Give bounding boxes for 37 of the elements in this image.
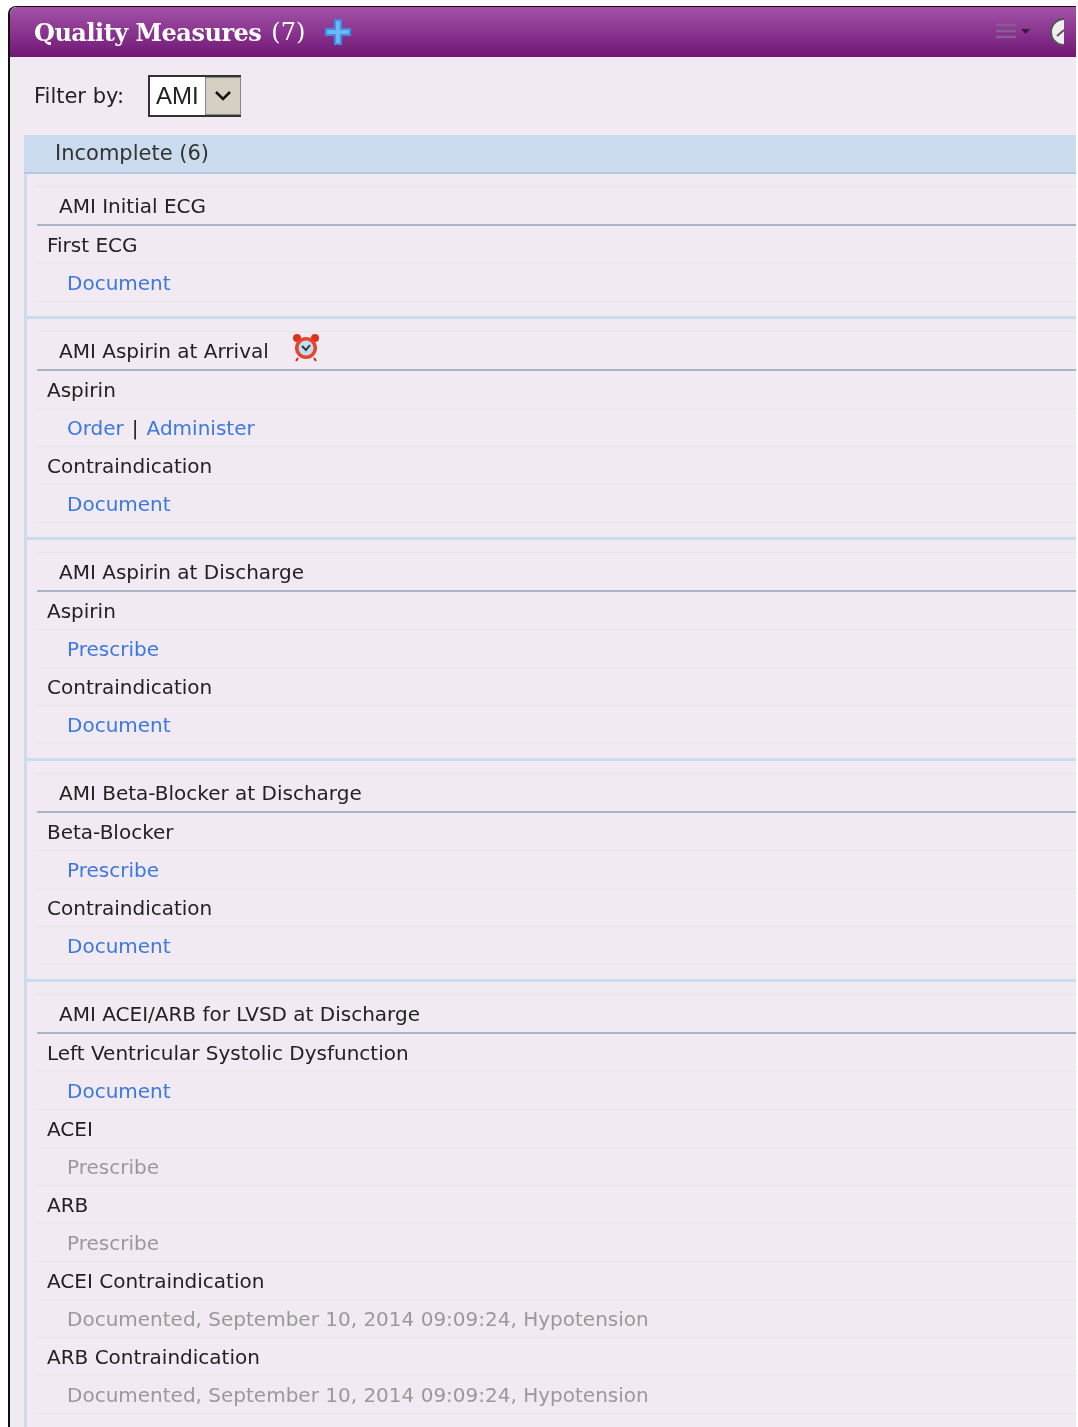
- action-link[interactable]: Document: [67, 933, 171, 958]
- action-link[interactable]: Order: [67, 415, 124, 440]
- requirement-label: ARB Contraindication: [47, 1344, 260, 1369]
- measure-count: (7): [271, 18, 306, 46]
- filter-label: Filter by:: [34, 84, 124, 108]
- requirement-label: Aspirin: [47, 598, 116, 623]
- requirement-label: ACEI: [47, 1116, 93, 1141]
- action-link[interactable]: Document: [67, 1078, 171, 1103]
- action-link[interactable]: Prescribe: [67, 636, 159, 661]
- requirement-label: Aspirin: [47, 377, 116, 402]
- action-link[interactable]: Document: [67, 270, 171, 295]
- action-link[interactable]: Document: [67, 712, 171, 737]
- requirement-label: ACEI Contraindication: [47, 1268, 265, 1293]
- requirement-label: Contraindication: [47, 674, 213, 699]
- group-header[interactable]: Incomplete (6): [24, 135, 1076, 174]
- add-icon[interactable]: [323, 17, 354, 47]
- measure-title: AMI Beta-Blocker at Discharge: [59, 780, 362, 805]
- status-note: Documented, September 10, 2014 09:09:24, Hypotension: [67, 1306, 649, 1331]
- measure-title: AMI ACEI/ARB for LVSD at Discharge: [59, 1001, 420, 1026]
- measure-title: AMI Initial ECG: [59, 193, 206, 218]
- requirement-label: ARB: [47, 1192, 89, 1217]
- requirement-label: Beta-Blocker: [47, 819, 174, 844]
- requirement-label: Contraindication: [47, 895, 213, 920]
- measure-title: AMI Aspirin at Arrival: [59, 338, 269, 363]
- measure-title: AMI Aspirin at Discharge: [59, 559, 304, 584]
- status-note: Documented, September 10, 2014 09:09:24, Hypotension: [67, 1382, 649, 1407]
- requirement-label: Left Ventricular Systolic Dysfunction: [47, 1040, 409, 1065]
- action-link[interactable]: Prescribe: [67, 857, 159, 882]
- action-link: Prescribe: [67, 1230, 159, 1255]
- action-link[interactable]: Document: [67, 491, 171, 516]
- filter-dropdown[interactable]: AMI: [148, 75, 241, 117]
- link-separator: |: [131, 415, 139, 440]
- panel-title: Quality Measures: [34, 17, 262, 47]
- requirement-label: Contraindication: [47, 453, 213, 478]
- action-link: Prescribe: [67, 1154, 159, 1179]
- action-link[interactable]: Administer: [146, 415, 255, 440]
- requirement-label: First ECG: [47, 232, 138, 257]
